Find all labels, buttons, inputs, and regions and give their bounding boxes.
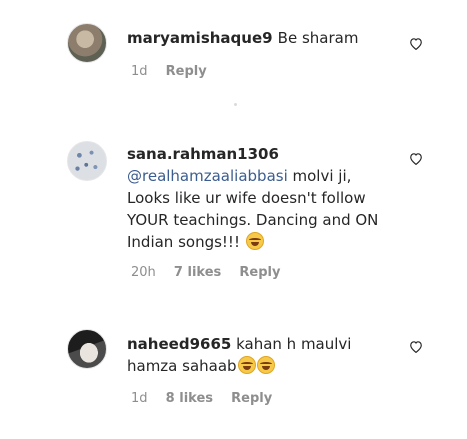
comment-username[interactable]: maryamishaque9 <box>127 29 273 47</box>
comment-text: molvi ji, <box>287 167 352 185</box>
laughing-emoji-icon <box>245 232 264 250</box>
comment-text: Indian songs!!! <box>127 233 240 251</box>
comment-body: maryamishaque9 Be sharam <box>127 27 358 49</box>
avatar[interactable] <box>67 329 107 369</box>
comment-text: YOUR teachings. Dancing and ON <box>127 211 379 229</box>
avatar[interactable] <box>67 23 107 63</box>
comment-username[interactable]: sana.rahman1306 <box>127 145 378 163</box>
laughing-emoji-icon <box>256 356 275 374</box>
comment-text: hamza sahaab <box>127 357 237 375</box>
comment-username[interactable]: naheed9665 <box>127 335 231 353</box>
comment-text: kahan h maulvi <box>231 335 352 353</box>
likes-count[interactable]: 8 likes <box>166 391 213 406</box>
comment-text-line: hamza sahaab <box>127 355 351 377</box>
reply-button[interactable]: Reply <box>166 64 207 79</box>
divider <box>234 103 237 106</box>
comment-meta: 20h 7 likes Reply <box>131 265 294 280</box>
comment-body: sana.rahman1306 @realhamzaaliabbasi molv… <box>127 145 378 253</box>
comment-text: Be sharam <box>277 29 359 47</box>
comment-time: 1d <box>131 64 148 79</box>
reply-button[interactable]: Reply <box>239 265 280 280</box>
comment-text-line: @realhamzaaliabbasi molvi ji, <box>127 165 378 187</box>
avatar[interactable] <box>67 141 107 181</box>
comment-text-line: naheed9665 kahan h maulvi <box>127 333 351 355</box>
mention-link[interactable]: @realhamzaaliabbasi <box>127 167 288 185</box>
comment-meta: 1d Reply <box>131 64 221 79</box>
heart-icon[interactable] <box>409 37 423 50</box>
comment-time: 20h <box>131 265 156 280</box>
comment-time: 1d <box>131 391 148 406</box>
reply-button[interactable]: Reply <box>231 391 272 406</box>
comment-text: Looks like ur wife doesn't follow <box>127 189 366 207</box>
comment-meta: 1d 8 likes Reply <box>131 391 286 406</box>
comment-body: naheed9665 kahan h maulvi hamza sahaab <box>127 333 351 377</box>
heart-icon[interactable] <box>409 340 423 353</box>
heart-icon[interactable] <box>409 152 423 165</box>
comment-text-line: Indian songs!!! <box>127 231 378 253</box>
likes-count[interactable]: 7 likes <box>174 265 221 280</box>
laughing-emoji-icon <box>237 356 256 374</box>
